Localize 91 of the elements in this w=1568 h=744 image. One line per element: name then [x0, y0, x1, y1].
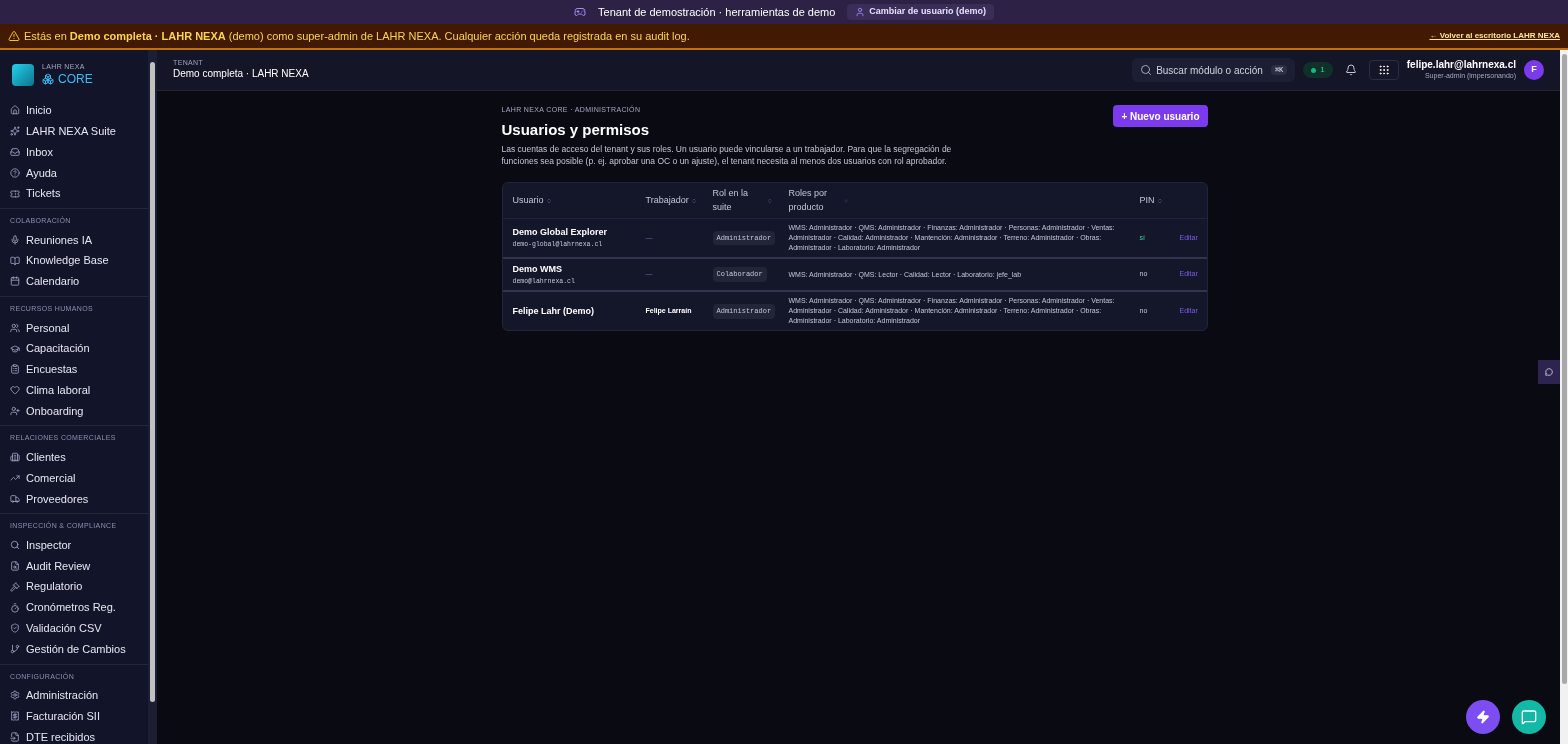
logo-icon — [12, 64, 34, 86]
sidebar-item[interactable]: Personal — [0, 317, 148, 339]
heart-icon — [10, 385, 20, 396]
settings-icon — [10, 690, 20, 701]
tenant-name: Demo completa · LAHR NEXA — [173, 68, 309, 81]
sidebar-item[interactable]: Validación CSV — [0, 617, 148, 639]
user-name: Demo WMS — [512, 263, 563, 276]
sparkle-icon — [10, 126, 20, 137]
sidebar-item[interactable]: Clima laboral — [0, 379, 148, 401]
quick-action-button[interactable] — [1466, 700, 1500, 734]
sidebar-item[interactable]: Ayuda — [0, 162, 148, 184]
people-icon — [10, 322, 20, 333]
status-badge[interactable]: 1 — [1303, 62, 1333, 78]
sidebar-item[interactable]: Inicio — [0, 100, 148, 121]
sidebar-item[interactable]: Knowledge Base — [0, 250, 148, 272]
user-icon — [855, 7, 866, 17]
help-icon — [10, 167, 20, 178]
book-icon — [10, 255, 20, 266]
brand-product: CORE — [58, 71, 93, 87]
microphone-icon — [10, 234, 20, 245]
column-header[interactable]: PIN — [1139, 193, 1200, 208]
apps-icon — [1377, 64, 1390, 76]
sort-icon — [1156, 197, 1163, 204]
sidebar-item[interactable]: Reuniones IA — [0, 229, 148, 251]
page-description: Las cuentas de acceso del tenant y sus roles. Un usuario puede vincularse a un trabajador. Para que la segregación de funciones sea posible (p. ej. aprobar una OC o un ajuste), el tenant necesita al menos dos usuarios con rol aprobador. — [501, 143, 953, 167]
switch-user-button[interactable]: Cambiar de usuario (demo) — [847, 4, 994, 20]
sort-icon — [545, 197, 552, 204]
document-search-icon — [10, 560, 20, 571]
sidebar-item[interactable]: Onboarding — [0, 400, 148, 422]
receipt-icon — [10, 711, 20, 722]
sidebar-item[interactable]: Proveedores — [0, 488, 148, 510]
sidebar-item[interactable]: Comercial — [0, 467, 148, 489]
chat-button[interactable] — [1512, 700, 1546, 734]
gamepad-icon — [574, 6, 587, 18]
trend-icon — [10, 473, 20, 484]
gavel-icon — [10, 581, 20, 592]
sidebar-item[interactable]: Tickets — [0, 183, 148, 204]
truck-icon — [10, 493, 20, 504]
file-import-icon — [10, 732, 20, 742]
shield-icon — [10, 623, 20, 634]
sidebar-item[interactable]: Regulatorio — [0, 576, 148, 598]
bell-icon[interactable] — [1344, 64, 1357, 76]
sidebar-item[interactable]: LAHR NEXA Suite — [0, 120, 148, 142]
user-name: Demo Global Explorer — [512, 226, 609, 240]
lightning-icon — [1476, 710, 1490, 724]
sidebar-item[interactable]: Gestión de Cambios — [0, 638, 148, 660]
chat-icon — [1521, 709, 1537, 725]
core-icon — [42, 73, 54, 86]
user-name: Felipe Lahr (Demo) — [512, 304, 595, 318]
page-scrollbar[interactable] — [1560, 50, 1568, 744]
branch-icon — [10, 644, 20, 655]
sidebar-item[interactable]: Capacitación — [0, 338, 148, 359]
ticket-icon — [10, 188, 20, 199]
sidebar-item[interactable]: Audit Review — [0, 555, 148, 577]
user-plus-icon — [10, 405, 20, 416]
search-icon — [10, 540, 20, 551]
inbox-icon — [10, 147, 20, 157]
clipboard-icon — [10, 364, 20, 375]
column-header[interactable]: Usuario — [512, 193, 573, 208]
warning-icon — [8, 30, 20, 42]
sidebar-item[interactable]: Cronómetros Reg. — [0, 597, 148, 618]
feedback-tab[interactable] — [1538, 360, 1560, 384]
sidebar-item[interactable]: Facturación SII — [0, 705, 148, 727]
back-link[interactable]: ← Volver al escritorio LAHR NEXA — [1429, 30, 1560, 42]
graduation-cap-icon — [10, 343, 20, 354]
sidebar-item[interactable]: Inbox — [0, 141, 148, 163]
column-header[interactable]: Rol en la suite — [712, 187, 773, 214]
sidebar-item[interactable]: Inspector — [0, 534, 148, 556]
comment-icon — [1545, 368, 1553, 376]
apps-button[interactable] — [1368, 60, 1399, 80]
demo-title: Tenant de demostración · herramientas de demo — [598, 4, 836, 20]
timer-icon — [10, 602, 20, 613]
sidebar-item[interactable]: DTE recibidos — [0, 726, 148, 744]
sidebar-item[interactable]: Calendario — [0, 271, 148, 292]
sort-icon — [767, 197, 773, 204]
sidebar-item[interactable]: Clientes — [0, 446, 148, 468]
page-title: Usuarios y permisos — [501, 119, 651, 140]
building-icon — [10, 452, 20, 463]
sidebar-scrollbar[interactable] — [148, 50, 157, 744]
user-email: felipe.lahr@lahrnexa.cl — [1406, 59, 1516, 72]
avatar[interactable]: F — [1524, 60, 1544, 80]
column-header[interactable]: Roles por producto — [788, 187, 849, 214]
search-icon — [1140, 64, 1153, 76]
sidebar-item[interactable]: Administración — [0, 685, 148, 706]
column-header[interactable]: Trabajador — [645, 193, 706, 208]
calendar-icon — [10, 276, 20, 287]
sidebar-item[interactable]: Encuestas — [0, 358, 148, 380]
home-icon — [10, 105, 20, 116]
new-user-button[interactable]: + Nuevo usuario — [1113, 105, 1208, 127]
warning-text: Estás en Demo completa · LAHR NEXA (demo) como super-admin de LAHR NEXA. Cualquier acción queda registrada en su audit log. — [24, 28, 690, 44]
sort-icon — [690, 197, 697, 204]
